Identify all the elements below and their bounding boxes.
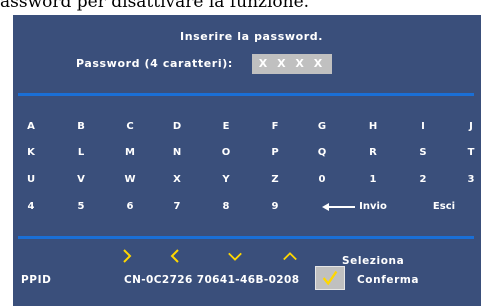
password-label: Password (4 caratteri): [76, 57, 233, 70]
exit-key[interactable]: Esci [433, 201, 455, 213]
key-e[interactable]: E [223, 121, 230, 133]
left-arrow-icon [322, 203, 355, 211]
key-b[interactable]: B [77, 121, 85, 133]
key-l[interactable]: L [78, 147, 84, 159]
key-z[interactable]: Z [271, 174, 278, 186]
top-divider [18, 93, 474, 96]
key-f[interactable]: F [272, 121, 279, 133]
key-h[interactable]: H [369, 121, 377, 133]
key-a[interactable]: A [27, 121, 35, 133]
select-label: Seleziona [342, 255, 405, 267]
key-9[interactable]: 9 [272, 201, 279, 213]
key-c[interactable]: C [126, 121, 133, 133]
down-chevron-icon[interactable] [227, 248, 243, 264]
bottom-divider [18, 236, 474, 239]
backspace-key[interactable] [322, 201, 356, 213]
key-o[interactable]: O [222, 147, 231, 159]
key-d[interactable]: D [173, 121, 181, 133]
key-6[interactable]: 6 [127, 201, 134, 213]
key-7[interactable]: 7 [174, 201, 181, 213]
key-n[interactable]: N [173, 147, 181, 159]
confirm-label: Conferma [357, 274, 420, 286]
key-w[interactable]: W [124, 174, 135, 186]
up-chevron-icon[interactable] [282, 248, 298, 264]
key-u[interactable]: U [27, 174, 35, 186]
ppid-value: CN-0C2726 70641-46B-0208 [124, 274, 300, 286]
confirm-button[interactable] [315, 266, 345, 290]
key-5[interactable]: 5 [78, 201, 85, 213]
key-s[interactable]: S [419, 147, 426, 159]
key-p[interactable]: P [271, 147, 278, 159]
key-m[interactable]: M [125, 147, 135, 159]
key-x[interactable]: X [173, 174, 181, 186]
check-icon [322, 270, 338, 286]
key-3[interactable]: 3 [468, 174, 475, 186]
password-dialog: Inserire la password. Password (4 caratt… [13, 15, 481, 306]
key-0[interactable]: 0 [319, 174, 326, 186]
key-k[interactable]: K [27, 147, 35, 159]
key-r[interactable]: R [369, 147, 377, 159]
key-j[interactable]: J [469, 121, 473, 133]
right-chevron-icon[interactable] [119, 248, 135, 264]
page-caption: assword per disattivare la funzione. [0, 0, 310, 12]
ppid-label: PPID [21, 274, 52, 286]
left-chevron-icon[interactable] [167, 248, 183, 264]
key-q[interactable]: Q [318, 147, 327, 159]
key-1[interactable]: 1 [370, 174, 377, 186]
key-t[interactable]: T [468, 147, 475, 159]
key-8[interactable]: 8 [223, 201, 230, 213]
key-4[interactable]: 4 [28, 201, 35, 213]
key-y[interactable]: Y [222, 174, 229, 186]
key-g[interactable]: G [318, 121, 326, 133]
password-field[interactable]: X X X X [252, 54, 332, 74]
key-v[interactable]: V [77, 174, 85, 186]
dialog-title: Inserire la password. [180, 30, 324, 43]
key-2[interactable]: 2 [420, 174, 427, 186]
key-i[interactable]: I [421, 121, 425, 133]
enter-key[interactable]: Invio [359, 201, 387, 213]
